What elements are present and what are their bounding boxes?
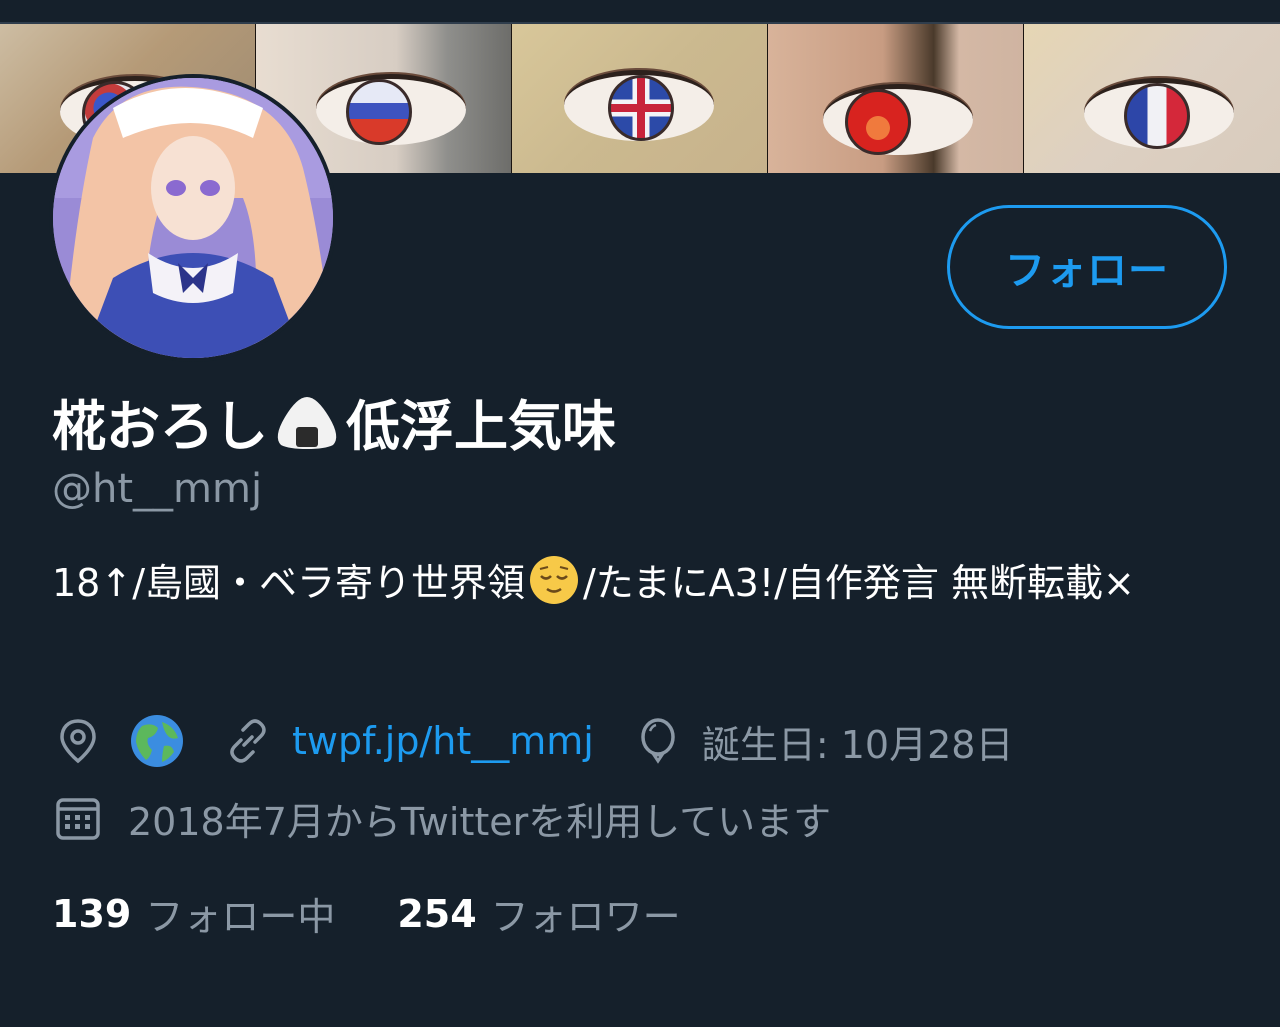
banner-panel [768,24,1024,173]
followers-label[interactable]: フォロワー [491,886,681,941]
globe-americas-emoji [131,715,183,767]
profile-page: フォロー 椛おろし 低浮上気味 @ht__mmj 18↑/島國・ベラ寄り世界領 … [0,0,1280,1027]
profile-website-link[interactable]: twpf.jp/ht__mmj [292,719,594,763]
followers-count[interactable]: 254 [397,892,476,936]
banner-panel [1024,24,1280,173]
banner-eye [1084,78,1234,149]
display-name: 椛おろし 低浮上気味 [52,388,616,458]
user-handle: @ht__mmj [52,466,263,512]
banner-iris [845,89,911,155]
banner-iris [1124,83,1190,149]
banner-iris [346,79,412,145]
balloon-icon [641,718,675,764]
birthday-text: 誕生日: 10月28日 [701,722,1014,767]
banner-panel [512,24,768,173]
joined-date-text: 2018年7月からTwitterを利用しています [128,799,832,844]
following-label[interactable]: フォロー中 [145,886,335,941]
location-pin-icon [60,719,96,764]
profile-joined-row: 2018年7月からTwitterを利用しています [52,787,831,849]
link-icon [230,719,266,763]
banner-eye [564,70,714,141]
profile-stats: 139 フォロー中 254 フォロワー [52,886,681,941]
bio-text-rest: /たまにA3!/自作発言 無断転載× [583,561,1135,605]
following-count[interactable]: 139 [52,892,131,936]
display-name-text: 椛おろし [52,394,268,458]
avatar-image [53,78,333,358]
relieved-face-emoji [530,556,578,604]
onigiri-emoji [277,397,337,449]
banner-eye [316,74,466,145]
banner-iris [608,75,674,141]
banner-eye [823,84,973,155]
follow-button[interactable]: フォロー [947,205,1227,329]
profile-bio: 18↑/島國・ベラ寄り世界領 /たまにA3!/自作発言 無断転載× [52,552,1222,614]
profile-meta-row: twpf.jp/ht__mmj 誕生日: 10月28日 [52,710,1013,772]
avatar[interactable] [49,74,337,362]
top-bar [0,0,1280,24]
calendar-icon [56,798,100,840]
avatar-illustration [53,78,333,358]
bio-text: 18↑/島國・ベラ寄り世界領 [52,561,525,605]
display-name-suffix: 低浮上気味 [346,394,616,458]
